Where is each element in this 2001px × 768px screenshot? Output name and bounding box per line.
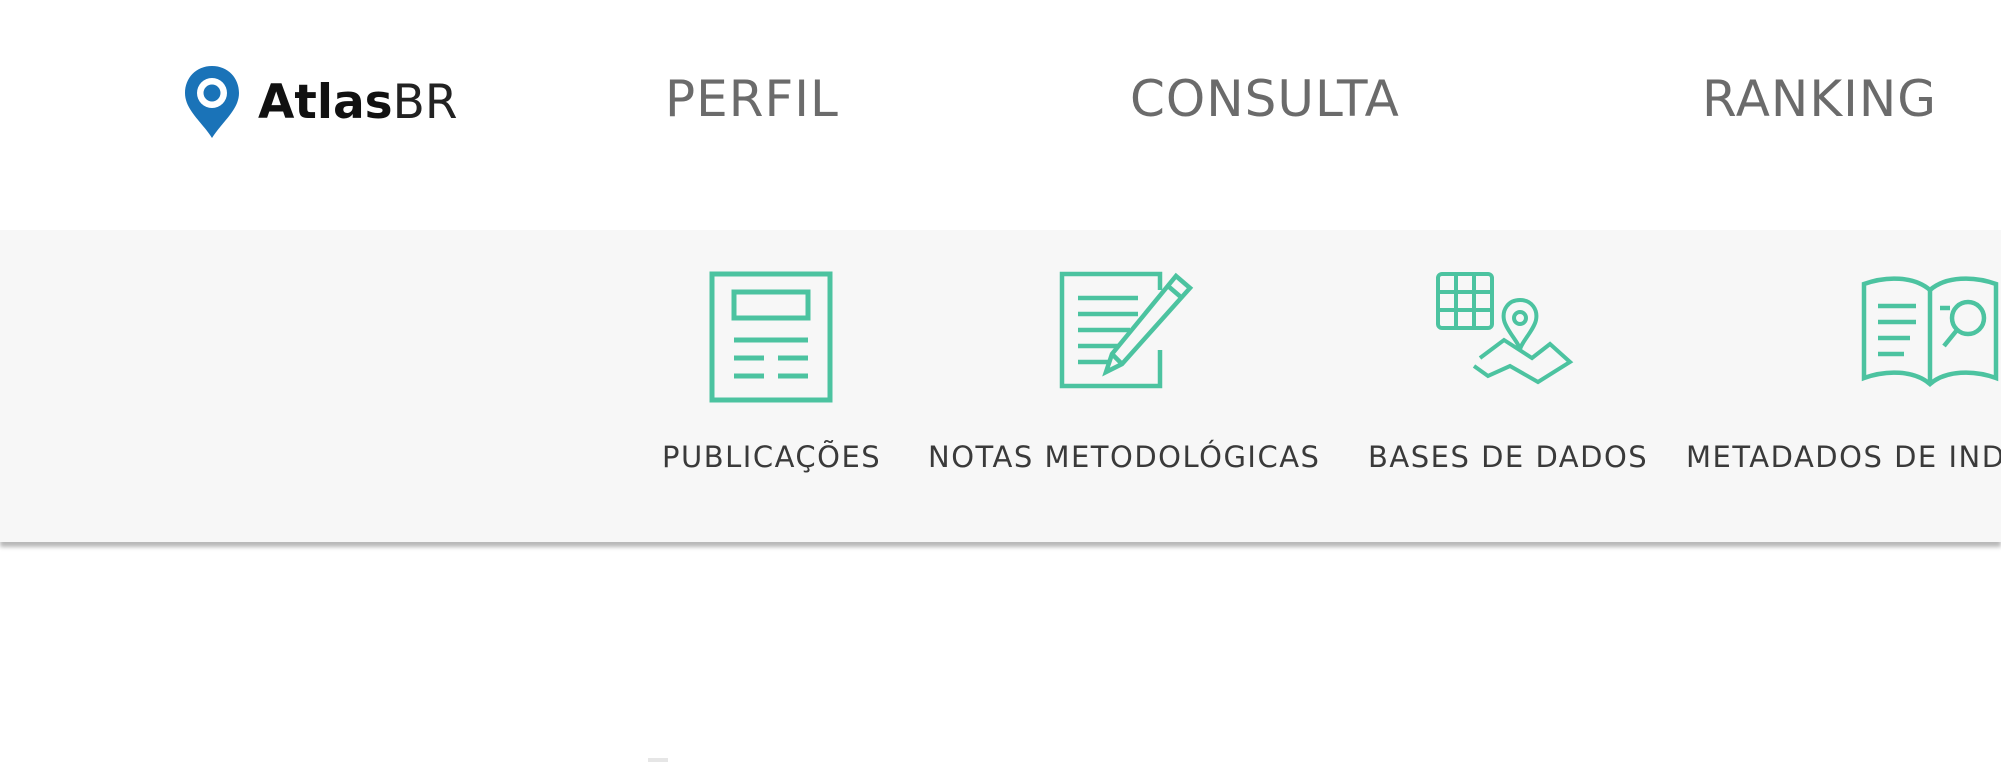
- notes-pencil-icon: [1059, 271, 1194, 389]
- logo-text-light: BR: [392, 74, 458, 130]
- tool-bases-de-dados[interactable]: BASES DE DADOS: [1368, 230, 1648, 542]
- tool-notas-metodologicas[interactable]: NOTAS METODOLÓGICAS: [928, 230, 1328, 542]
- nav-consulta[interactable]: CONSULTA: [1130, 70, 1400, 128]
- top-navigation-bar: AtlasBR PERFIL CONSULTA RANKING: [0, 0, 2001, 230]
- logo-text-bold: Atlas: [258, 74, 393, 130]
- tool-metadados[interactable]: METADADOS DE IND: [1686, 230, 2001, 542]
- tool-bases-label: BASES DE DADOS: [1368, 440, 1649, 474]
- content-divider: [648, 758, 668, 762]
- publication-icon: [709, 271, 833, 403]
- map-pin-icon: [185, 66, 239, 138]
- atlasbr-logo[interactable]: AtlasBR: [182, 62, 458, 142]
- tool-metadados-label: METADADOS DE IND: [1686, 440, 2001, 474]
- tool-publicacoes[interactable]: PUBLICAÇÕES: [662, 230, 882, 542]
- database-map-icon: [1436, 272, 1574, 385]
- tools-bar: PUBLICAÇÕES NOTAS METODOLÓGICAS BASES DE…: [0, 230, 2001, 542]
- tool-notas-label: NOTAS METODOLÓGICAS: [928, 440, 1321, 474]
- logo-text: AtlasBR: [258, 75, 458, 130]
- nav-perfil[interactable]: PERFIL: [665, 70, 839, 128]
- nav-ranking[interactable]: RANKING: [1702, 70, 1937, 128]
- book-search-icon: [1861, 276, 1999, 387]
- tool-publicacoes-label: PUBLICAÇÕES: [662, 440, 882, 474]
